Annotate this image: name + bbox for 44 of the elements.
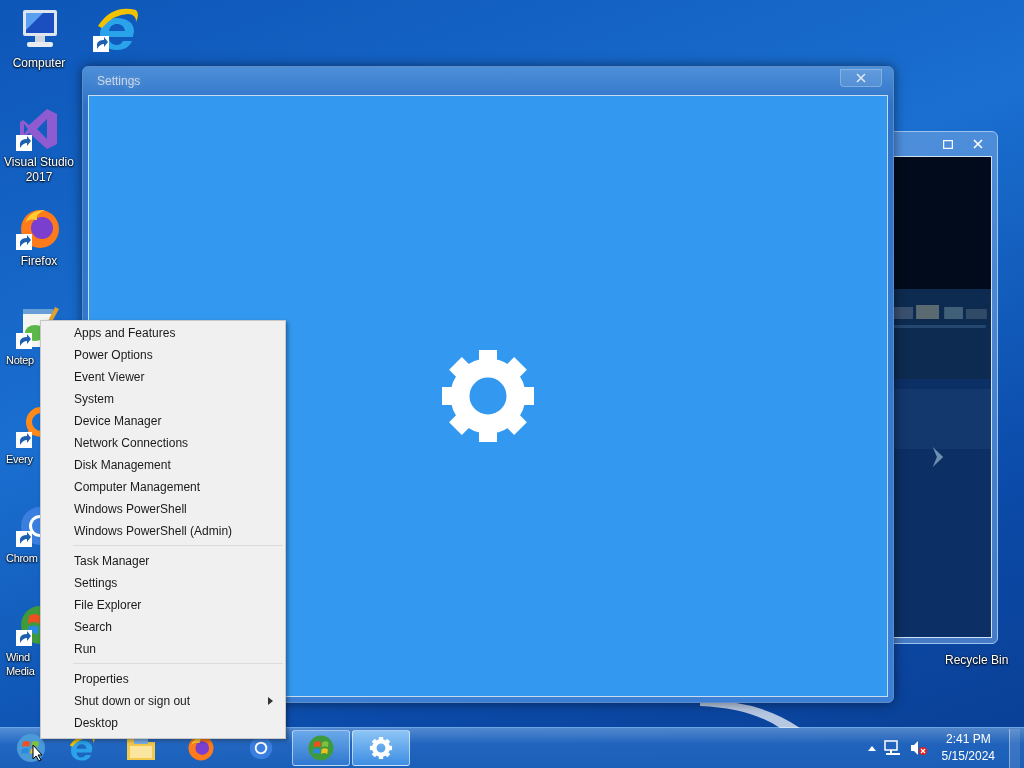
window-title: Settings [96,74,141,88]
menu-item[interactable]: Device Manager [43,410,283,432]
cursor-icon [32,744,44,762]
icon-label: Firefox [20,254,58,269]
menu-item[interactable]: Settings [43,572,283,594]
date-text: 5/15/2024 [941,748,995,765]
menu-item[interactable]: Search [43,616,283,638]
gear-icon [369,736,393,760]
menu-item[interactable]: Windows PowerShell (Admin) [43,520,283,542]
menu-item[interactable]: Event Viewer [43,366,283,388]
icon-label: Recycle Bin [945,653,1009,668]
close-icon [973,139,983,149]
menu-item[interactable]: File Explorer [43,594,283,616]
chevron-right-icon [268,697,273,705]
menu-item[interactable]: Properties [43,668,283,690]
menu-item[interactable]: Power Options [43,344,283,366]
menu-item[interactable]: Apps and Features [43,322,283,344]
close-button[interactable] [840,69,882,87]
time-text: 2:41 PM [945,731,991,748]
menu-item[interactable]: Windows PowerShell [43,498,283,520]
taskbar-button[interactable] [292,730,350,766]
speaker-muted-icon[interactable] [909,740,928,756]
icon-label: Every [6,452,33,466]
menu-item[interactable]: Computer Management [43,476,283,498]
menu-item[interactable]: Network Connections [43,432,283,454]
taskbar-button[interactable] [352,730,410,766]
clock[interactable]: 2:41 PM 5/15/2024 [935,731,1001,765]
menu-item[interactable]: Run [43,638,283,660]
close-icon [856,73,866,83]
menu-item[interactable]: Disk Management [43,454,283,476]
maximize-icon [943,139,953,149]
chevron-up-icon[interactable] [867,745,876,751]
icon-label: Wind Media [6,650,36,678]
menu-item[interactable]: Shut down or sign out [43,690,283,712]
icon-label: Notep [6,353,34,367]
icon-label: Chrom [6,551,38,565]
media-orb-icon [306,733,336,763]
icon-label: Computer [12,56,66,71]
menu-item[interactable]: System [43,388,283,410]
menu-item[interactable]: Desktop [43,712,283,734]
menu-item[interactable]: Task Manager [43,550,283,572]
icon-label: Visual Studio 2017 [3,155,75,185]
letter-e-icon[interactable] [92,6,140,54]
network-icon[interactable] [883,740,902,756]
